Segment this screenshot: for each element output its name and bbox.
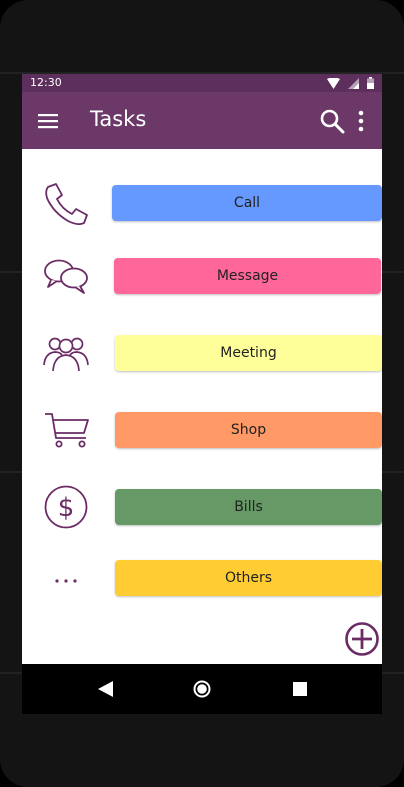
task-row-message: Message bbox=[22, 251, 382, 301]
call-button[interactable]: Call bbox=[112, 185, 382, 221]
message-button-label: Message bbox=[216, 268, 279, 284]
meeting-button-label: Meeting bbox=[220, 345, 277, 361]
phone-icon bbox=[45, 183, 88, 225]
app-screen: 12:30 Tasks Call Message Meeting Shop $ … bbox=[22, 74, 382, 664]
task-row-meeting: Meeting bbox=[22, 328, 382, 378]
wifi-icon bbox=[327, 77, 340, 89]
shop-button-label: Shop bbox=[230, 422, 267, 438]
status-time: 12:30 bbox=[30, 76, 62, 89]
more-horizontal-icon bbox=[55, 579, 77, 583]
task-row-bills: $ Bills bbox=[22, 482, 382, 532]
search-icon[interactable] bbox=[319, 108, 345, 134]
task-row-others: Others bbox=[22, 553, 382, 603]
signal-icon bbox=[348, 77, 359, 89]
add-task-icon[interactable] bbox=[344, 621, 380, 657]
page-title: Tasks bbox=[90, 107, 147, 131]
task-row-shop: Shop bbox=[22, 405, 382, 455]
shopping-cart-icon bbox=[45, 413, 89, 448]
task-row-call: Call bbox=[22, 178, 382, 228]
hamburger-menu-icon[interactable] bbox=[36, 109, 60, 133]
chat-bubbles-icon bbox=[44, 259, 88, 294]
back-icon[interactable] bbox=[98, 681, 113, 697]
svg-text:$: $ bbox=[58, 493, 75, 523]
call-button-label: Call bbox=[233, 195, 261, 211]
home-icon[interactable] bbox=[193, 680, 211, 698]
others-button[interactable]: Others bbox=[115, 560, 382, 596]
overflow-menu-icon[interactable] bbox=[354, 108, 368, 134]
meeting-button[interactable]: Meeting bbox=[115, 335, 382, 371]
bills-button-label: Bills bbox=[234, 499, 263, 515]
status-icons bbox=[327, 76, 374, 90]
app-bar: Tasks bbox=[22, 92, 382, 149]
status-bar: 12:30 bbox=[22, 74, 382, 92]
battery-icon bbox=[367, 77, 374, 89]
recents-icon[interactable] bbox=[293, 682, 307, 696]
shop-button[interactable]: Shop bbox=[115, 412, 382, 448]
dollar-icon: $ bbox=[44, 485, 88, 529]
group-icon bbox=[43, 337, 89, 372]
message-button[interactable]: Message bbox=[114, 258, 381, 294]
others-button-label: Others bbox=[224, 570, 273, 586]
system-nav-bar bbox=[22, 664, 382, 714]
bills-button[interactable]: Bills bbox=[115, 489, 382, 525]
